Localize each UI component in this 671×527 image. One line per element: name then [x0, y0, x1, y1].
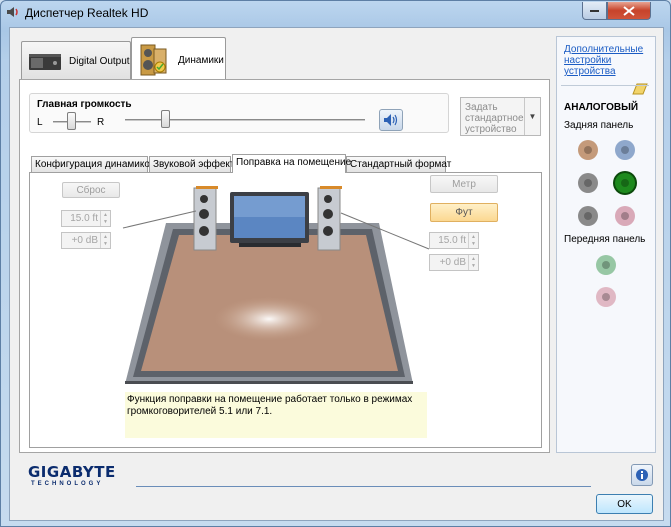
right-gain-spinner[interactable]: +0 dB ▲ ▼	[429, 254, 479, 271]
gigabyte-logo: GIGABYTE	[28, 463, 116, 481]
speakers-icon	[140, 44, 167, 76]
sidebar-divider	[561, 85, 649, 86]
window-title: Диспетчер Realtek HD	[25, 6, 149, 20]
left-gain-value: +0 dB	[71, 235, 98, 246]
left-gain-spinner[interactable]: +0 dB ▲ ▼	[61, 232, 111, 249]
jack-back-gray[interactable]	[578, 173, 598, 193]
set-default-device-label: Задать стандартное устройство	[465, 102, 524, 135]
jack-front-green[interactable]	[596, 255, 616, 275]
tab-label: Стандартный формат	[350, 159, 452, 170]
left-distance-value: 15.0 ft	[70, 213, 98, 224]
meter-label: Метр	[452, 178, 476, 190]
right-distance-value: 15.0 ft	[438, 235, 466, 246]
tab-label: Звуковой эффект	[153, 159, 235, 170]
advanced-settings-link[interactable]: Дополнительные настройки устройства	[564, 44, 652, 77]
balance-slider-thumb[interactable]	[67, 112, 76, 130]
title-bar: Диспетчер Realtek HD	[1, 1, 670, 25]
speaker-volume-icon	[384, 114, 398, 126]
chevron-down-icon: ▼	[524, 98, 540, 135]
left-distance-spinner[interactable]: 15.0 ft ▲ ▼	[61, 210, 111, 227]
right-gain-value: +0 dB	[439, 257, 466, 268]
speaker-app-icon	[7, 7, 18, 17]
jack-back-green[interactable]	[615, 173, 635, 193]
close-icon	[623, 5, 635, 16]
spinner-arrows-icon: ▲ ▼	[468, 233, 478, 248]
tab-label: Конфигурация динамиков	[35, 159, 156, 170]
ok-label: OK	[617, 498, 632, 510]
minimize-button[interactable]	[582, 2, 607, 20]
footer-divider	[136, 486, 591, 487]
digital-output-icon	[29, 54, 61, 70]
reset-button[interactable]: Сброс	[62, 182, 120, 198]
feet-button[interactable]: Фут	[430, 203, 498, 222]
info-icon	[636, 469, 648, 481]
jack-back-orange[interactable]	[578, 140, 598, 160]
meter-button[interactable]: Метр	[430, 175, 498, 193]
spinner-arrows-icon: ▲ ▼	[468, 255, 478, 270]
balance-left-label: L	[37, 117, 43, 128]
room-correction-note: Функция поправки на помещение работает т…	[125, 392, 427, 438]
volume-slider-thumb[interactable]	[161, 110, 170, 128]
jack-back-pink[interactable]	[615, 206, 635, 226]
tab-label: Digital Output	[69, 56, 130, 67]
spinner-arrows-icon: ▲ ▼	[100, 211, 110, 226]
tab-speakers[interactable]: Динамики	[131, 37, 226, 83]
gigabyte-logo-sub: TECHNOLOGY	[31, 481, 104, 487]
jack-back-gray-2[interactable]	[578, 206, 598, 226]
right-distance-spinner[interactable]: 15.0 ft ▲ ▼	[429, 232, 479, 249]
tab-default-format[interactable]: Стандартный формат	[346, 156, 451, 172]
tab-sound-effect[interactable]: Звуковой эффект	[149, 156, 235, 172]
mute-button[interactable]	[379, 109, 403, 131]
jack-back-blue[interactable]	[615, 140, 635, 160]
tab-label: Поправка на помещение	[236, 157, 352, 168]
tab-label: Динамики	[178, 55, 224, 66]
realtek-window: Диспетчер Realtek HD Digital Output Дина…	[0, 0, 671, 527]
folder-icon[interactable]	[631, 81, 649, 97]
reset-label: Сброс	[76, 184, 106, 196]
minimize-icon	[589, 9, 599, 12]
analog-title: АНАЛОГОВЫЙ	[564, 102, 639, 113]
feet-label: Фут	[455, 207, 473, 218]
tab-room-correction[interactable]: Поправка на помещение	[232, 154, 351, 173]
spinner-arrows-icon: ▲ ▼	[100, 233, 110, 248]
front-panel-label: Передняя панель	[564, 234, 646, 245]
main-volume-label: Главная громкость	[37, 99, 132, 110]
ok-button[interactable]: OK	[596, 494, 653, 514]
tab-speaker-config[interactable]: Конфигурация динамиков	[31, 156, 155, 172]
set-default-device-button[interactable]: Задать стандартное устройство ▼	[460, 97, 541, 136]
back-panel-label: Задняя панель	[564, 120, 634, 131]
info-button[interactable]	[631, 464, 653, 486]
close-button[interactable]	[607, 2, 651, 20]
jack-front-pink[interactable]	[596, 287, 616, 307]
balance-right-label: R	[97, 117, 105, 128]
